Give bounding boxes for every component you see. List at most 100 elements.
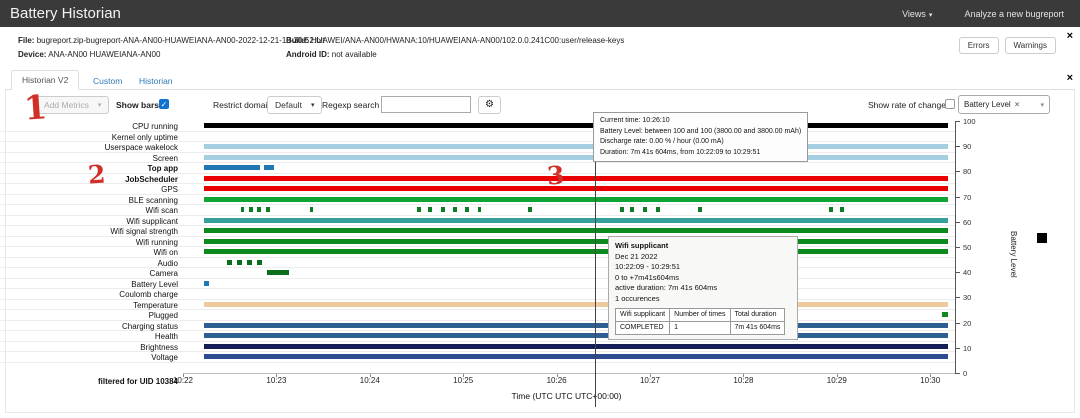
tab-custom[interactable]: Custom [83, 72, 132, 90]
gear-icon[interactable]: ⚙ [478, 96, 501, 114]
chart-bar[interactable] [452, 207, 457, 212]
analyze-new-bugreport-link[interactable]: Analyze a new bugreport [964, 9, 1064, 19]
chart-row[interactable]: Wifi scan [0, 205, 955, 216]
metric-select[interactable]: Battery Level × ▾ [958, 95, 1050, 114]
chart-row[interactable]: BLE scanning [0, 195, 955, 205]
chart-row-track[interactable] [183, 226, 950, 236]
chart-row-track[interactable] [183, 216, 950, 226]
chart-bar[interactable] [247, 259, 253, 265]
chart-bar[interactable] [204, 217, 948, 223]
chart-bar[interactable] [828, 207, 833, 212]
chart-row-track[interactable] [183, 300, 950, 310]
chart-bar[interactable] [227, 259, 233, 265]
tab-historian[interactable]: Historian [129, 72, 183, 90]
chart-row-track[interactable] [183, 310, 950, 320]
chart-bar[interactable] [643, 207, 648, 212]
chart-bar[interactable] [465, 207, 470, 212]
chart-row[interactable]: CPU running [0, 121, 955, 132]
chart-bar[interactable] [620, 207, 625, 212]
chart-row[interactable]: JobScheduler [0, 174, 955, 184]
chart-bar[interactable] [204, 154, 948, 160]
chart-bar[interactable] [477, 207, 482, 212]
chart-row-track[interactable] [183, 289, 950, 299]
remove-metric-icon[interactable]: × [1015, 100, 1020, 109]
chart-row[interactable]: Brightness [0, 342, 955, 352]
chart-row[interactable]: Top app [0, 163, 955, 174]
chart-bar[interactable] [204, 343, 948, 349]
chart-row[interactable]: Wifi running [0, 237, 955, 247]
chart-row-track[interactable] [183, 352, 950, 362]
chart-bar[interactable] [656, 207, 661, 212]
chart-bar[interactable] [698, 207, 703, 212]
chart-bar[interactable] [204, 186, 948, 191]
chart-bar[interactable] [204, 322, 948, 328]
close-icon[interactable]: × [1067, 72, 1073, 84]
chart-bar[interactable] [204, 280, 210, 286]
chart-bar[interactable] [204, 301, 948, 307]
chart-row-track[interactable] [183, 184, 950, 194]
domain-dropdown[interactable]: Default ▾ [267, 96, 323, 114]
chart-bar[interactable] [248, 207, 253, 212]
chart-row[interactable]: Coulomb charge [0, 289, 955, 300]
chart-row-track[interactable] [183, 342, 950, 352]
chart-row[interactable]: Camera [0, 268, 955, 279]
chart-row[interactable]: Charging status [0, 321, 955, 331]
chart-row-track[interactable] [183, 195, 950, 205]
chart-bar[interactable] [204, 354, 948, 359]
regexp-search-input[interactable] [381, 96, 471, 113]
chart-bar[interactable] [840, 207, 845, 212]
chart-bar[interactable] [204, 228, 948, 233]
chart-bar[interactable] [204, 165, 260, 170]
chart-row-track[interactable] [183, 268, 950, 278]
chart-row[interactable]: Health [0, 331, 955, 342]
chart-bar[interactable] [204, 249, 948, 254]
chart-row-track[interactable] [183, 331, 950, 341]
chart-row[interactable]: Audio [0, 258, 955, 268]
errors-button[interactable]: Errors [958, 37, 999, 54]
chart-bar[interactable] [204, 333, 948, 338]
chart-row[interactable]: Screen [0, 153, 955, 163]
chart-row[interactable]: Kernel only uptime [0, 132, 955, 142]
chart-row-track[interactable] [183, 247, 950, 257]
chart-bar[interactable] [309, 207, 314, 212]
chart-row-track[interactable] [183, 205, 950, 215]
chart-row[interactable]: GPS [0, 184, 955, 195]
chart-bar[interactable] [240, 207, 245, 212]
chart-row[interactable]: Temperature [0, 300, 955, 310]
chart-row[interactable]: Userspace wakelock [0, 142, 955, 153]
chart-bar[interactable] [428, 207, 433, 212]
chart-row-track[interactable] [183, 237, 950, 247]
chart-row-track[interactable] [183, 163, 950, 173]
chart-row[interactable]: Plugged [0, 310, 955, 321]
chart-row-track[interactable] [183, 153, 950, 163]
chart-row[interactable]: Wifi signal strength [0, 226, 955, 237]
chart-bar[interactable] [204, 144, 948, 149]
chart-bar[interactable] [204, 123, 948, 128]
chart-bar[interactable] [204, 238, 948, 244]
views-menu[interactable]: Views ▾ [902, 9, 932, 19]
chart-bar[interactable] [257, 259, 262, 265]
show-rate-of-change-checkbox[interactable] [945, 99, 955, 109]
chart-bar[interactable] [257, 207, 262, 212]
chart-bar[interactable] [528, 207, 532, 212]
chart-row-track[interactable] [183, 321, 950, 331]
chart-bar[interactable] [237, 259, 243, 265]
chart-row-track[interactable] [183, 121, 950, 131]
chart-bar[interactable] [204, 175, 948, 181]
chart-bar[interactable] [267, 270, 289, 275]
chart-row[interactable]: Wifi on [0, 247, 955, 258]
chart-bar[interactable] [630, 207, 634, 212]
chart-row-track[interactable] [183, 132, 950, 142]
chart-row-track[interactable] [183, 174, 950, 184]
chart-row-track[interactable] [183, 142, 950, 152]
warnings-button[interactable]: Warnings [1004, 37, 1056, 54]
chart-row[interactable]: Battery Level [0, 279, 955, 289]
chart-row[interactable]: Wifi supplicant [0, 216, 955, 226]
show-bars-checkbox[interactable]: ✓ [159, 99, 169, 109]
chart-row-track[interactable] [183, 258, 950, 268]
chart-bar[interactable] [265, 207, 270, 212]
chart-bar[interactable] [440, 207, 445, 212]
chart-row[interactable]: Voltage [0, 352, 955, 363]
chart-bar[interactable] [264, 165, 274, 170]
chart-bar[interactable] [942, 312, 948, 317]
